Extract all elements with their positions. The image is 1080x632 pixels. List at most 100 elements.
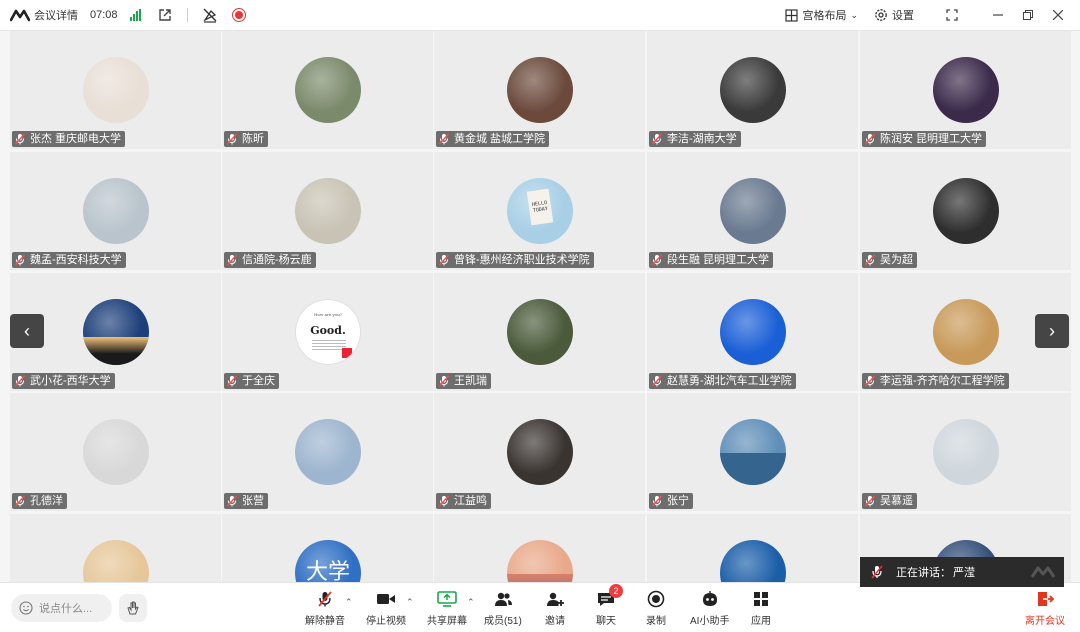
participant-avatar bbox=[295, 178, 361, 244]
minimize-icon[interactable] bbox=[990, 7, 1006, 23]
participant-tile[interactable]: 魏孟-西安科技大学 bbox=[10, 152, 221, 270]
participant-name: 李洁-湖南大学 bbox=[667, 133, 737, 145]
participant-tile[interactable] bbox=[10, 514, 221, 582]
avatar-text: 大学 bbox=[305, 560, 350, 582]
participant-name-tag: 陈润安 昆明理工大学 bbox=[862, 131, 987, 147]
stop-video-button[interactable]: 停止视频 bbox=[366, 589, 406, 629]
ai-assistant-icon bbox=[702, 591, 717, 606]
participant-tile[interactable]: 吴为超 bbox=[860, 152, 1071, 270]
prev-page-button[interactable]: ‹ bbox=[10, 314, 44, 348]
exit-icon bbox=[1038, 592, 1054, 606]
participant-name: 于全庆 bbox=[242, 375, 275, 387]
mic-muted-icon bbox=[438, 254, 450, 266]
participant-name: 赵慧勇-湖北汽车工业学院 bbox=[667, 375, 792, 387]
apps-label: 应用 bbox=[751, 616, 771, 627]
popout-icon[interactable] bbox=[157, 7, 173, 23]
members-button[interactable]: 成员(51) bbox=[484, 589, 522, 629]
participant-tile[interactable]: 吴慕遥 bbox=[860, 393, 1071, 511]
participant-name: 张杰 重庆邮电大学 bbox=[30, 133, 122, 145]
chat-placeholder: 说点什么... bbox=[39, 603, 93, 615]
ai-assistant-button[interactable]: AI小助手 bbox=[690, 589, 729, 629]
participant-avatar bbox=[83, 419, 149, 485]
unmute-label: 解除静音 bbox=[305, 616, 345, 627]
participant-name-tag: 段生融 昆明理工大学 bbox=[649, 252, 774, 268]
participant-tile[interactable]: 王凯瑞 bbox=[434, 273, 645, 391]
annotation-off-icon[interactable] bbox=[202, 7, 218, 23]
participant-tile[interactable]: 李洁-湖南大学 bbox=[647, 31, 858, 149]
raise-hand-button[interactable] bbox=[119, 594, 147, 622]
participant-tile[interactable]: 张营 bbox=[222, 393, 433, 511]
participant-tile[interactable]: 张宁 bbox=[647, 393, 858, 511]
participant-avatar bbox=[83, 540, 149, 582]
participant-avatar bbox=[720, 419, 786, 485]
speaker-mic-icon bbox=[871, 565, 883, 579]
fullscreen-icon[interactable] bbox=[944, 7, 960, 23]
participant-name-tag: 李洁-湖南大学 bbox=[649, 131, 741, 147]
chat-button[interactable]: 2 聊天 bbox=[595, 584, 623, 629]
chat-input[interactable]: 说点什么... bbox=[11, 594, 112, 622]
share-options-caret-icon[interactable]: ⌃ bbox=[467, 597, 475, 608]
participant-tile[interactable]: 赵慧勇-湖北汽车工业学院 bbox=[647, 273, 858, 391]
invite-button[interactable]: 邀请 bbox=[544, 589, 566, 629]
participant-name: 陈润安 昆明理工大学 bbox=[880, 133, 983, 145]
unmute-button[interactable]: 解除静音 bbox=[305, 589, 345, 629]
share-screen-button[interactable]: 共享屏幕 bbox=[427, 589, 467, 629]
apps-icon bbox=[754, 592, 768, 606]
participant-name: 陈昕 bbox=[242, 133, 264, 145]
participant-name-tag: 张营 bbox=[224, 493, 268, 509]
leave-meeting-label: 离开会议 bbox=[1025, 616, 1065, 627]
leave-meeting-button[interactable]: 离开会议 bbox=[1025, 589, 1065, 629]
active-speaker-panel: 正在讲话： 严滢 bbox=[860, 557, 1064, 587]
video-options-caret-icon[interactable]: ⌃ bbox=[406, 597, 414, 608]
participant-avatar: HELLO TODAY bbox=[507, 178, 573, 244]
participant-tile[interactable] bbox=[434, 514, 645, 582]
grid-layout-icon bbox=[785, 8, 799, 22]
participant-tile[interactable]: 孔德洋 bbox=[10, 393, 221, 511]
speaking-name: 严滢 bbox=[953, 567, 975, 579]
participant-tile[interactable]: 大学 bbox=[222, 514, 433, 582]
recording-indicator-icon[interactable] bbox=[231, 8, 246, 22]
meeting-details-link[interactable]: 会议详情 bbox=[34, 7, 78, 23]
settings-button[interactable]: 设置 bbox=[874, 7, 914, 23]
record-button[interactable]: 录制 bbox=[645, 589, 667, 629]
participant-tile[interactable]: 段生融 昆明理工大学 bbox=[647, 152, 858, 270]
participant-avatar bbox=[933, 299, 999, 365]
video-grid: 张杰 重庆邮电大学 陈昕 黄金城 盐城工学院 李洁-湖南大学 陈润安 昆明理工大学魏孟-… bbox=[0, 31, 1080, 582]
chevron-left-icon: ‹ bbox=[24, 320, 30, 341]
mic-muted-icon bbox=[651, 254, 663, 266]
members-label: 成员(51) bbox=[484, 616, 522, 627]
close-icon[interactable] bbox=[1050, 7, 1066, 23]
participant-tile[interactable]: 黄金城 盐城工学院 bbox=[434, 31, 645, 149]
participant-name-tag: 江益鸣 bbox=[436, 493, 491, 509]
chat-unread-badge: 2 bbox=[609, 584, 623, 598]
participant-name: 江益鸣 bbox=[454, 495, 487, 507]
apps-button[interactable]: 应用 bbox=[750, 589, 772, 629]
participant-tile[interactable]: 陈昕 bbox=[222, 31, 433, 149]
participant-tile[interactable]: 信通院-杨云鹿 bbox=[222, 152, 433, 270]
network-signal-icon[interactable] bbox=[129, 9, 141, 21]
meeting-duration: 07:08 bbox=[90, 9, 118, 21]
participant-tile[interactable]: 陈润安 昆明理工大学 bbox=[860, 31, 1071, 149]
emoji-icon[interactable] bbox=[19, 601, 33, 615]
participant-tile[interactable]: 张杰 重庆邮电大学 bbox=[10, 31, 221, 149]
participant-tile[interactable] bbox=[647, 514, 858, 582]
mic-muted-icon bbox=[226, 495, 238, 507]
audio-options-caret-icon[interactable]: ⌃ bbox=[345, 597, 353, 608]
restore-icon[interactable] bbox=[1020, 7, 1036, 23]
participant-name: 王凯瑞 bbox=[454, 375, 487, 387]
mic-muted-icon bbox=[226, 375, 238, 387]
participant-avatar bbox=[83, 178, 149, 244]
participant-avatar bbox=[507, 540, 573, 582]
participant-name: 魏孟-西安科技大学 bbox=[30, 254, 122, 266]
participant-tile[interactable]: HELLO TODAY 曾锋-惠州经济职业技术学院 bbox=[434, 152, 645, 270]
mic-muted-icon bbox=[226, 254, 238, 266]
participant-name: 吴慕遥 bbox=[880, 495, 913, 507]
mic-muted-icon bbox=[14, 495, 26, 507]
next-page-button[interactable]: › bbox=[1035, 314, 1069, 348]
layout-switcher[interactable]: 宫格布局 ⌄ bbox=[785, 7, 858, 23]
gear-icon bbox=[875, 9, 887, 21]
mic-muted-icon bbox=[651, 375, 663, 387]
participant-tile[interactable]: 江益鸣 bbox=[434, 393, 645, 511]
participant-name: 信通院-杨云鹿 bbox=[242, 254, 312, 266]
participant-tile[interactable]: How are you? Good. 于全庆 bbox=[222, 273, 433, 391]
